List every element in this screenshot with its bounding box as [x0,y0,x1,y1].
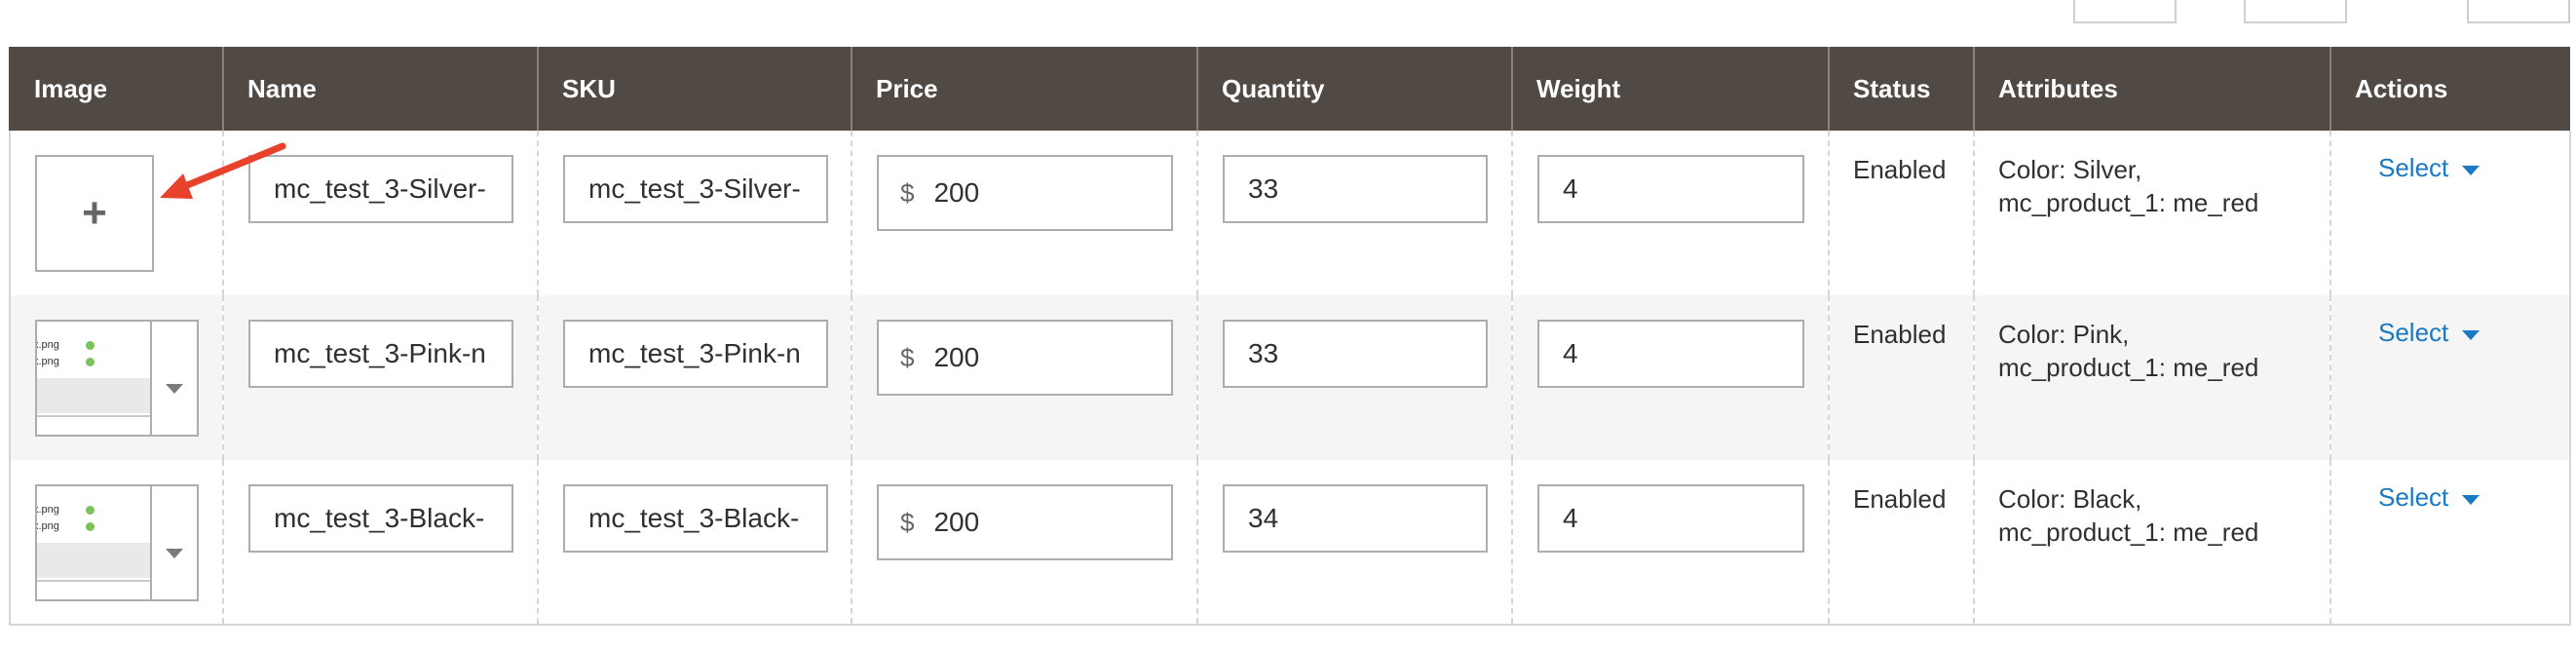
price-input[interactable]: $ 200 [877,155,1173,231]
select-action-dropdown[interactable]: Select [2331,295,2569,348]
currency-symbol: $ [900,342,915,372]
product-thumbnail: x.png x.png [37,322,152,435]
select-action-label: Select [2378,318,2449,347]
attributes-text: Color: Pink, mc_product_1: me_red [1975,295,2330,384]
column-header-price[interactable]: Price [851,47,1197,131]
table-row: x.png x.png mc_ [9,295,2571,460]
select-action-label: Select [2378,153,2449,182]
actions-cell: Select [2330,295,2571,460]
sku-cell: mc_test_3-Pink-n [537,295,852,460]
page-number-input[interactable] [2244,0,2347,23]
actions-cell: Select [2330,460,2571,626]
status-cell: Enabled [1828,460,1974,626]
price-cell: $ 200 [851,460,1197,626]
thumb-file-label: x.png [37,520,59,532]
sku-cell: mc_test_3-Silver- [537,131,852,295]
column-header-quantity[interactable]: Quantity [1196,47,1512,131]
image-cell: x.png x.png [9,295,223,460]
image-thumbnail-dropdown[interactable]: x.png x.png [35,484,199,601]
table-row: x.png x.png mc_ [9,460,2571,626]
quantity-input[interactable]: 33 [1223,320,1488,388]
price-cell: $ 200 [851,131,1197,295]
image-thumbnail-dropdown[interactable]: x.png x.png [35,320,199,437]
price-value: 200 [933,177,980,208]
column-header-image[interactable]: Image [9,47,223,131]
quantity-input[interactable]: 33 [1223,155,1488,223]
caret-down-icon [2462,494,2481,505]
weight-cell: 4 [1511,460,1829,626]
status-text: Enabled [1853,155,1947,184]
quantity-cell: 34 [1196,460,1512,626]
price-input[interactable]: $ 200 [877,484,1173,560]
weight-cell: 4 [1511,295,1829,460]
table-header-row: Image Name SKU Price Quantity Weight Sta… [9,47,2570,131]
product-variations-grid-view: Image Name SKU Price Quantity Weight Sta… [0,0,2576,651]
actions-cell: Select [2330,131,2571,295]
status-cell: Enabled [1828,295,1974,460]
column-header-actions[interactable]: Actions [2330,47,2570,131]
status-text: Enabled [1853,484,1947,514]
quantity-input[interactable]: 34 [1223,484,1488,553]
sku-cell: mc_test_3-Black- [537,460,852,626]
name-input[interactable]: mc_test_3-Black- [248,484,513,553]
price-cell: $ 200 [851,295,1197,460]
thumb-file-label: x.png [37,504,59,516]
image-cell: x.png x.png [9,460,223,626]
thumb-file-label: x.png [37,339,59,351]
caret-down-icon [2462,165,2481,175]
attributes-text: Color: Black, mc_product_1: me_red [1975,460,2330,549]
column-header-weight[interactable]: Weight [1511,47,1829,131]
name-cell: mc_test_3-Pink-n [222,295,538,460]
add-image-button[interactable]: + [35,155,154,272]
chevron-down-icon [166,384,183,394]
column-header-status[interactable]: Status [1828,47,1974,131]
status-cell: Enabled [1828,131,1974,295]
attributes-cell: Color: Black, mc_product_1: me_red [1973,460,2330,626]
quantity-cell: 33 [1196,295,1512,460]
column-header-attributes[interactable]: Attributes [1973,47,2330,131]
annotation-arrow-icon [160,142,286,199]
plus-icon: + [82,189,107,237]
weight-input[interactable]: 4 [1537,155,1804,223]
attribute-product: mc_product_1: me_red [1998,517,2259,547]
weight-input[interactable]: 4 [1537,320,1804,388]
attribute-product: mc_product_1: me_red [1998,188,2259,217]
table-row: + mc_test_3-Silver- mc_test_3-Silver- $ … [9,131,2571,295]
status-text: Enabled [1853,320,1947,349]
chevron-down-icon [166,549,183,558]
name-input[interactable]: mc_test_3-Pink-n [248,320,513,388]
thumb-file-label: x.png [37,356,59,367]
attribute-color: Color: Pink, [1998,320,2130,349]
weight-cell: 4 [1511,131,1829,295]
product-thumbnail: x.png x.png [37,486,152,599]
attribute-product: mc_product_1: me_red [1998,353,2259,382]
weight-input[interactable]: 4 [1537,484,1804,553]
select-action-label: Select [2378,482,2449,512]
attribute-color: Color: Black, [1998,484,2142,514]
caret-down-icon [2462,329,2481,340]
quantity-cell: 33 [1196,131,1512,295]
top-toolbar-button[interactable] [2073,0,2177,23]
next-page-button[interactable] [2467,0,2570,23]
currency-symbol: $ [900,177,915,208]
sku-input[interactable]: mc_test_3-Black- [563,484,828,553]
attributes-cell: Color: Pink, mc_product_1: me_red [1973,295,2330,460]
price-value: 200 [933,342,980,372]
sku-input[interactable]: mc_test_3-Silver- [563,155,828,223]
sku-input[interactable]: mc_test_3-Pink-n [563,320,828,388]
select-action-dropdown[interactable]: Select [2331,460,2569,513]
name-cell: mc_test_3-Black- [222,460,538,626]
column-header-sku[interactable]: SKU [537,47,852,131]
attributes-cell: Color: Silver, mc_product_1: me_red [1973,131,2330,295]
select-action-dropdown[interactable]: Select [2331,131,2569,183]
price-value: 200 [933,507,980,537]
attributes-text: Color: Silver, mc_product_1: me_red [1975,131,2330,219]
price-input[interactable]: $ 200 [877,320,1173,396]
currency-symbol: $ [900,507,915,537]
attribute-color: Color: Silver, [1998,155,2142,184]
variations-table: Image Name SKU Price Quantity Weight Sta… [9,47,2571,626]
column-header-name[interactable]: Name [222,47,538,131]
